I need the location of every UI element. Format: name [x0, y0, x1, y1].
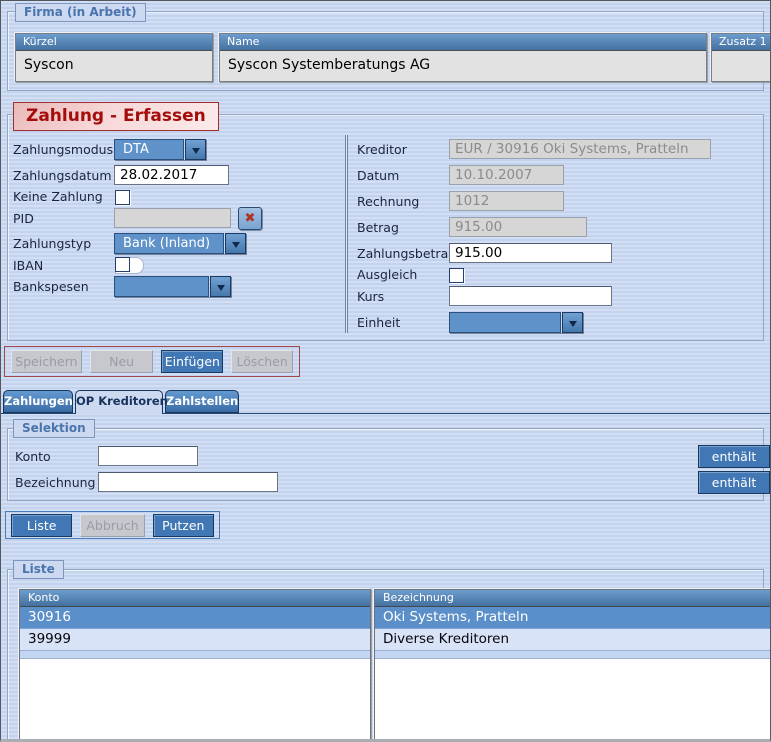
iban-label: IBAN — [13, 256, 43, 276]
zahlungstyp-dropdown[interactable]: Bank (Inland) — [114, 233, 246, 254]
rechnung-label: Rechnung — [357, 192, 419, 212]
list-row[interactable]: 39999 — [20, 629, 370, 651]
zahlungsbetrag-label: Zahlungsbetrag — [357, 244, 456, 264]
speichern-button[interactable]: Speichern — [11, 350, 82, 373]
firma-group-label: Firma (in Arbeit) — [15, 3, 146, 22]
close-icon: ✖ — [245, 211, 256, 226]
zahlungstyp-label: Zahlungstyp — [13, 234, 91, 254]
chevron-down-icon[interactable] — [225, 233, 246, 254]
list-empty-row — [375, 651, 771, 659]
iban-field — [115, 257, 144, 274]
rechnung-input — [449, 191, 564, 211]
bezeichnung-input[interactable] — [98, 472, 278, 492]
bankspesen-label: Bankspesen — [13, 277, 89, 297]
zahlungsdatum-input[interactable] — [114, 165, 229, 185]
kurs-input[interactable] — [449, 286, 612, 306]
pid-label: PID — [13, 209, 34, 229]
selektion-group-label: Selektion — [13, 419, 95, 438]
payment-actions-bar: Speichern Neu Einfügen Löschen — [4, 346, 300, 377]
name-column: Name Syscon Systemberatungs AG — [219, 33, 707, 82]
pid-clear-button[interactable]: ✖ — [238, 207, 262, 230]
abbruch-button[interactable]: Abbruch — [80, 514, 144, 537]
zahlungstyp-value: Bank (Inland) — [114, 233, 224, 254]
einheit-label: Einheit — [357, 313, 400, 333]
list-row[interactable]: Diverse Kreditoren — [375, 629, 771, 651]
name-value: Syscon Systemberatungs AG — [220, 51, 706, 79]
kuerzel-column: Kürzel Syscon — [15, 33, 213, 82]
konto-enthaelt-button[interactable]: enthält — [698, 445, 770, 468]
bezeichnung-enthaelt-button[interactable]: enthält — [698, 471, 770, 494]
bankspesen-value — [114, 276, 209, 297]
list-row[interactable]: 30916 — [20, 607, 370, 629]
zahlungsmodus-label: Zahlungsmodus — [13, 140, 113, 160]
betrag-input — [449, 217, 587, 237]
liste-group-label: Liste — [13, 560, 64, 579]
konto-label: Konto — [15, 447, 51, 467]
form-column-divider — [345, 135, 348, 333]
loeschen-button[interactable]: Löschen — [231, 350, 293, 373]
chevron-down-icon[interactable] — [210, 276, 231, 297]
chevron-down-icon[interactable] — [562, 312, 583, 333]
zahlungsdatum-label: Zahlungsdatum — [13, 166, 112, 186]
zusatz1-value — [712, 51, 771, 79]
tab-op-kreditoren[interactable]: OP Kreditoren — [75, 390, 163, 414]
tab-zahlungen[interactable]: Zahlungen — [3, 390, 73, 413]
ausgleich-label: Ausgleich — [357, 265, 417, 285]
neu-button[interactable]: Neu — [90, 350, 154, 373]
kreditor-input — [449, 139, 711, 159]
zusatz1-column-header: Zusatz 1 — [712, 34, 771, 51]
chevron-down-icon[interactable] — [185, 139, 206, 160]
bezeichnung-label: Bezeichnung — [15, 473, 96, 493]
konto-list-header: Konto — [20, 590, 370, 607]
liste-button[interactable]: Liste — [11, 514, 72, 537]
pid-input — [114, 208, 231, 228]
keine-zahlung-checkbox[interactable] — [115, 190, 130, 205]
putzen-button[interactable]: Putzen — [153, 514, 214, 537]
application-window: Firma (in Arbeit) Kürzel Syscon Name Sys… — [0, 0, 771, 742]
konto-list-panel: Konto 30916 39999 — [19, 589, 371, 741]
einheit-value — [449, 312, 561, 333]
tab-zahlstellen[interactable]: Zahlstellen — [165, 390, 239, 413]
kreditor-label: Kreditor — [357, 140, 407, 160]
list-empty-row — [20, 651, 370, 659]
list-row[interactable]: Oki Systems, Pratteln — [375, 607, 771, 629]
konto-input[interactable] — [98, 446, 198, 466]
zahlungsbetrag-input[interactable] — [449, 243, 612, 263]
bezeichnung-list-panel: Bezeichnung Oki Systems, Pratteln Divers… — [374, 589, 771, 741]
bankspesen-dropdown[interactable] — [114, 276, 231, 297]
zahlungsmodus-dropdown[interactable]: DTA — [114, 139, 206, 160]
list-actions-bar: Liste Abbruch Putzen — [5, 511, 220, 539]
name-column-header: Name — [220, 34, 706, 51]
ausgleich-checkbox[interactable] — [449, 268, 464, 283]
page-title: Zahlung - Erfassen — [13, 102, 219, 131]
datum-input — [449, 165, 564, 185]
einfuegen-button[interactable]: Einfügen — [161, 350, 223, 373]
kuerzel-column-header: Kürzel — [16, 34, 212, 51]
zusatz1-column: Zusatz 1 — [711, 33, 771, 82]
iban-checkbox[interactable] — [115, 257, 130, 272]
kuerzel-value: Syscon — [16, 51, 212, 79]
kurs-label: Kurs — [357, 287, 384, 307]
datum-label: Datum — [357, 166, 399, 186]
betrag-label: Betrag — [357, 218, 399, 238]
bezeichnung-list-header: Bezeichnung — [375, 590, 771, 607]
zahlungsmodus-value: DTA — [114, 139, 184, 160]
keine-zahlung-label: Keine Zahlung — [13, 187, 103, 207]
einheit-dropdown[interactable] — [449, 312, 583, 333]
